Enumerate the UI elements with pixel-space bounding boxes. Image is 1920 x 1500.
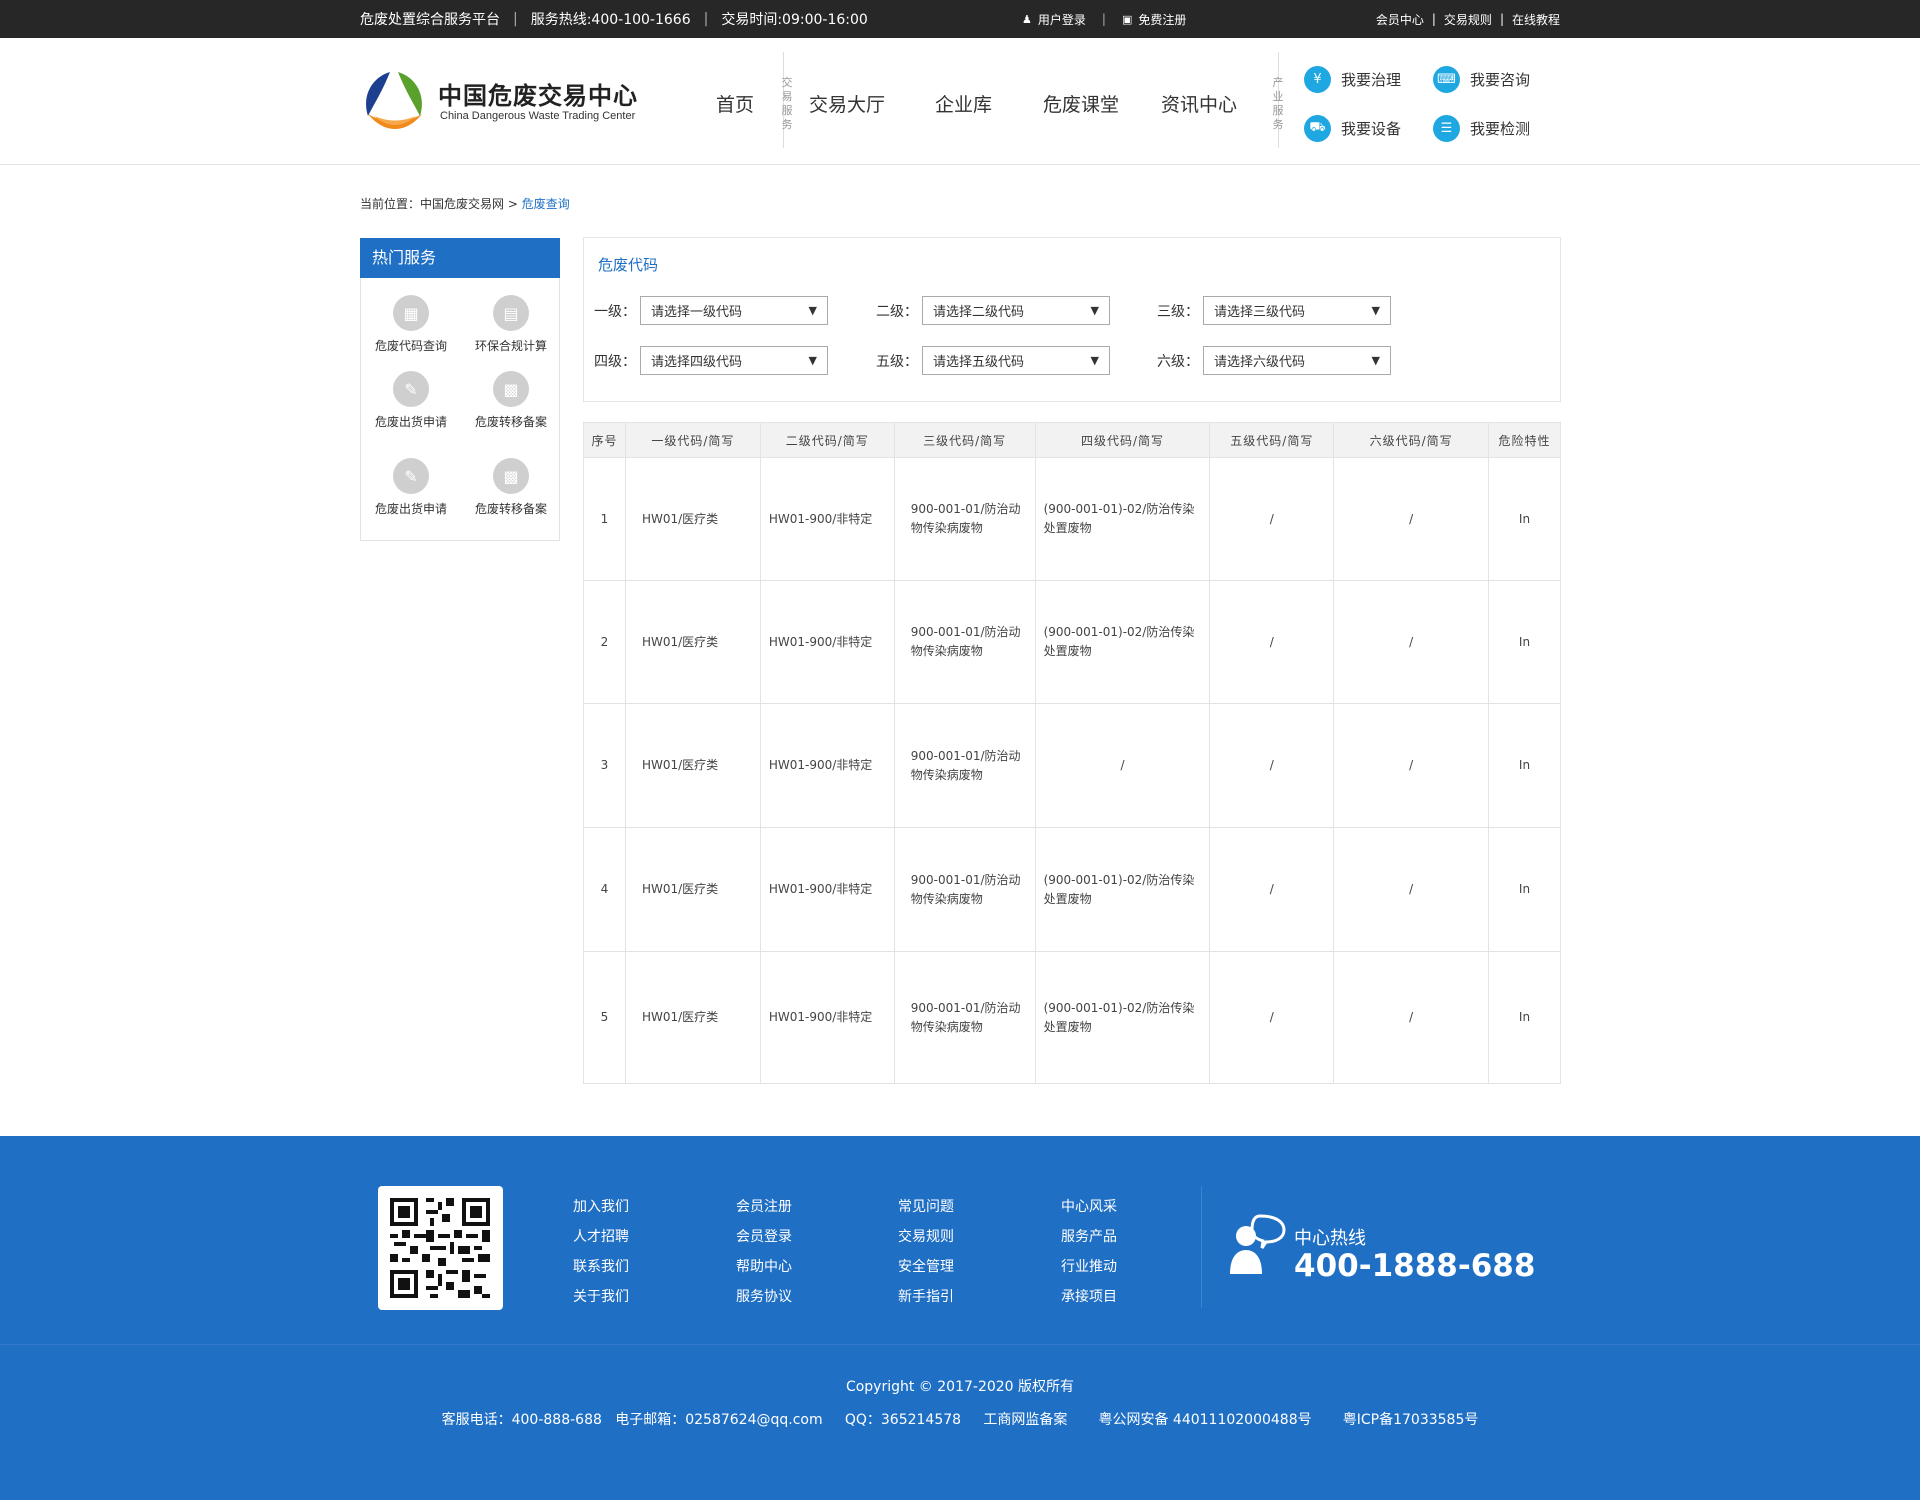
hot-services-sidebar: 热门服务 ▦ 危废代码查询 ▤ 环保合规计算 ✎ 危废出货申请 ▩ 危废转移备案 ✎ 危废… [360, 238, 560, 541]
yen-icon: ¥ [1304, 66, 1331, 93]
notebook-icon: ▤ [493, 295, 529, 331]
filter-level-3: 三级： 请选择三级代码 ▼ [1153, 296, 1391, 325]
table-row[interactable]: 4 HW01/医疗类 HW01-900/非特定 900-001-01/防治动物传… [583, 827, 1561, 952]
platform-name: 危废处置综合服务平台 [360, 12, 500, 28]
dropdown-arrow-icon: ▼ [1090, 304, 1099, 317]
dropdown-arrow-icon: ▼ [808, 304, 817, 317]
table-header-row: 序号 一级代码/简写 二级代码/简写 三级代码/简写 四级代码/简写 五级代码/… [583, 422, 1561, 458]
level-6-select[interactable]: 请选择六级代码 ▼ [1203, 346, 1391, 375]
sidebar-item-code-query[interactable]: ▦ 危废代码查询 [361, 295, 461, 354]
col-header-hazard: 危险特性 [1488, 422, 1561, 458]
breadcrumb-site[interactable]: 中国危废交易网 [420, 197, 504, 211]
nav-news[interactable]: 资讯中心 [1161, 90, 1237, 117]
sidebar-item-compliance-calc[interactable]: ▤ 环保合规计算 [461, 295, 561, 354]
col-header-level-2: 二级代码/简写 [759, 422, 895, 458]
col-header-level-1: 一级代码/简写 [624, 422, 761, 458]
col-header-level-4: 四级代码/简写 [1034, 422, 1211, 458]
logo-title: 中国危废交易中心 [438, 82, 638, 110]
trading-hours: 交易时间:09:00-16:00 [721, 12, 868, 28]
col-header-level-6: 六级代码/简写 [1333, 422, 1490, 458]
code-filter-panel: 危废代码 一级： 请选择一级代码 ▼ 二级： 请选择二级代码 ▼ 三级： 请选择三级… [583, 237, 1561, 402]
logo-subtitle: China Dangerous Waste Trading Center [440, 110, 636, 122]
nav-enterprise[interactable]: 企业库 [935, 90, 992, 117]
nav-trading-hall[interactable]: 交易大厅 [809, 90, 885, 117]
site-logo[interactable]: 中国危废交易中心 China Dangerous Waste Trading C… [360, 68, 660, 138]
contact-info: 客服电话：400-888-688 电子邮箱：02587624@qq.com QQ… [441, 1412, 1479, 1428]
sidebar-item-transfer-filing-2[interactable]: ▩ 危废转移备案 [461, 458, 561, 517]
member-center-link[interactable]: 会员中心 [1376, 11, 1424, 28]
truck-icon: ⛟ [1304, 115, 1331, 142]
filter-level-1: 一级： 请选择一级代码 ▼ [590, 296, 828, 325]
results-table: 序号 一级代码/简写 二级代码/简写 三级代码/简写 四级代码/简写 五级代码/… [583, 422, 1561, 1084]
table-row[interactable]: 2 HW01/医疗类 HW01-900/非特定 900-001-01/防治动物传… [583, 580, 1561, 704]
dropdown-arrow-icon: ▼ [1090, 354, 1099, 367]
film-icon: ▦ [393, 295, 429, 331]
nav-home[interactable]: 首页 [716, 90, 754, 117]
service-hotline: 服务热线:400-100-1666 [530, 12, 691, 28]
user-icon: ♟ [1022, 12, 1032, 26]
edit-icon: ✎ [393, 458, 429, 494]
level-2-select[interactable]: 请选择二级代码 ▼ [922, 296, 1110, 325]
col-header-level-5: 五级代码/简写 [1209, 422, 1335, 458]
table-row[interactable]: 5 HW01/医疗类 HW01-900/非特定 900-001-01/防治动物传… [583, 951, 1561, 1084]
sidebar-item-shipment-apply-2[interactable]: ✎ 危废出货申请 [361, 458, 461, 517]
filter-level-5: 五级： 请选择五级代码 ▼ [872, 346, 1110, 375]
service-governance[interactable]: ¥ 我要治理 [1304, 66, 1401, 93]
col-header-level-3: 三级代码/简写 [893, 422, 1036, 458]
sidebar-item-transfer-filing[interactable]: ▩ 危废转移备案 [461, 371, 561, 430]
top-bar: 危废处置综合服务平台 | 服务热线:400-100-1666 | 交易时间:09… [0, 0, 1920, 38]
id-card-icon: ▣ [1121, 12, 1133, 26]
edit-icon: ✎ [393, 371, 429, 407]
level-5-select[interactable]: 请选择五级代码 ▼ [922, 346, 1110, 375]
sidebar-item-shipment-apply[interactable]: ✎ 危废出货申请 [361, 371, 461, 430]
card-icon: ▩ [493, 458, 529, 494]
dropdown-arrow-icon: ▼ [808, 354, 817, 367]
service-equipment[interactable]: ⛟ 我要设备 [1304, 115, 1401, 142]
footer: 加入我们 人才招聘 联系我们 关于我们 会员注册 会员登录 帮助中心 服务协议 … [0, 1136, 1920, 1500]
dropdown-arrow-icon: ▼ [1371, 354, 1380, 367]
main-content: 当前位置：中国危废交易网 > 危废查询 热门服务 ▦ 危废代码查询 ▤ 环保合规计算… [360, 165, 1561, 1135]
service-consult[interactable]: ⌨ 我要咨询 [1433, 66, 1530, 93]
copyright: Copyright © 2017-2020 版权所有 [845, 1379, 1075, 1395]
register-link[interactable]: 免费注册 [1138, 11, 1186, 28]
nav-classroom[interactable]: 危废课堂 [1043, 90, 1119, 117]
service-testing[interactable]: ☰ 我要检测 [1433, 115, 1530, 142]
filter-level-4: 四级： 请选择四级代码 ▼ [590, 346, 828, 375]
header: 中国危废交易中心 China Dangerous Waste Trading C… [0, 38, 1920, 165]
trade-rules-link[interactable]: 交易规则 [1444, 11, 1492, 28]
level-4-select[interactable]: 请选择四级代码 ▼ [640, 346, 828, 375]
logo-leaf-icon [366, 72, 422, 129]
filter-title: 危废代码 [598, 256, 659, 274]
filter-level-2: 二级： 请选择二级代码 ▼ [872, 296, 1110, 325]
breadcrumb: 当前位置：中国危废交易网 > 危废查询 [360, 197, 570, 211]
keyboard-icon: ⌨ [1433, 66, 1460, 93]
card-icon: ▩ [493, 371, 529, 407]
industry-service-tag: 产业服务 [1272, 76, 1284, 131]
sidebar-title: 热门服务 [360, 238, 560, 278]
list-icon: ☰ [1433, 115, 1460, 142]
login-link[interactable]: 用户登录 [1038, 11, 1086, 28]
col-header-index: 序号 [583, 422, 626, 458]
table-row[interactable]: 3 HW01/医疗类 HW01-900/非特定 900-001-01/防治动物传… [583, 703, 1561, 828]
level-3-select[interactable]: 请选择三级代码 ▼ [1203, 296, 1391, 325]
trade-service-tag: 交易服务 [781, 76, 793, 131]
breadcrumb-current: 危废查询 [521, 197, 570, 211]
table-row[interactable]: 1 HW01/医疗类 HW01-900/非特定 900-001-01/防治动物传… [583, 457, 1561, 581]
tutorial-link[interactable]: 在线教程 [1512, 11, 1560, 28]
level-1-select[interactable]: 请选择一级代码 ▼ [640, 296, 828, 325]
filter-level-6: 六级： 请选择六级代码 ▼ [1153, 346, 1391, 375]
dropdown-arrow-icon: ▼ [1371, 304, 1380, 317]
